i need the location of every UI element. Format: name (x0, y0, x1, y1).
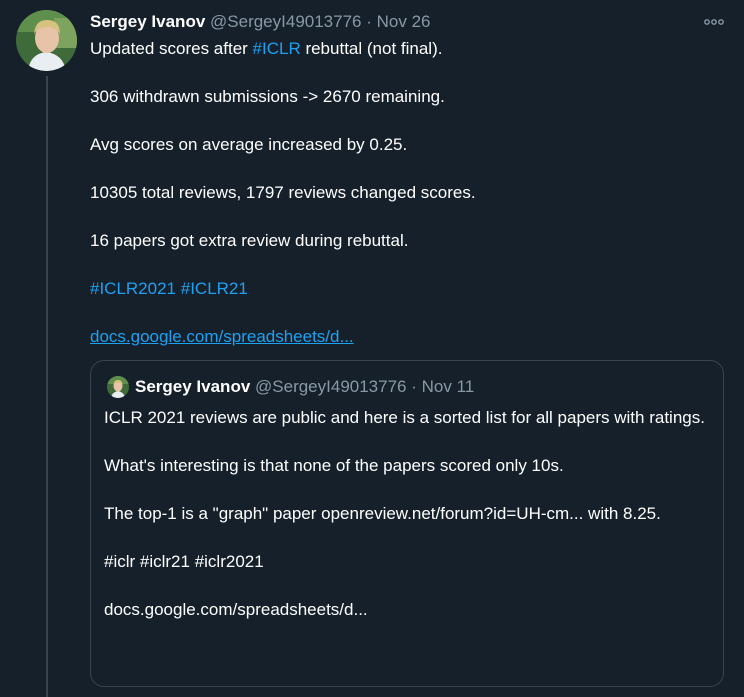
tweet-text-segment: Updated scores after (90, 39, 253, 58)
quoted-avatar-photo (107, 376, 129, 398)
tweet-text-segment: rebuttal (not final). (300, 39, 443, 58)
tweet-hashtags: #ICLR2021 #ICLR21 (90, 277, 730, 301)
header-separator: · (366, 12, 372, 31)
quoted-paragraph: The top-1 is a "graph" paper openreview.… (104, 504, 661, 523)
more-horizontal-icon (704, 19, 724, 25)
tweet-header: Sergey Ivanov @SergeyI49013776 · Nov 26 (90, 11, 431, 33)
tweet-text: Updated scores after #ICLR rebuttal (not… (90, 37, 730, 349)
thread-connector-line (46, 76, 48, 697)
author-handle[interactable]: @SergeyI49013776 (210, 12, 361, 31)
quoted-hashtags: #iclr #iclr21 #iclr2021 (104, 552, 264, 571)
tweet-paragraph: 306 withdrawn submissions -> 2670 remain… (90, 87, 445, 106)
quoted-link: docs.google.com/spreadsheets/d... (104, 600, 368, 619)
quoted-paragraph: ICLR 2021 reviews are public and here is… (104, 408, 705, 427)
tweet-paragraph: Avg scores on average increased by 0.25. (90, 135, 408, 154)
quoted-tweet-card[interactable]: Sergey Ivanov @SergeyI49013776 · Nov 11 … (90, 360, 724, 687)
quoted-tweet-header: Sergey Ivanov @SergeyI49013776 · Nov 11 (135, 376, 474, 398)
avatar[interactable] (16, 10, 77, 71)
tweet-paragraph: Updated scores after #ICLR rebuttal (not… (90, 37, 730, 61)
quoted-header-separator: · (411, 377, 417, 396)
author-name[interactable]: Sergey Ivanov (90, 12, 205, 31)
more-options-button[interactable] (703, 14, 725, 30)
quoted-author-name[interactable]: Sergey Ivanov (135, 377, 250, 396)
tweet-date[interactable]: Nov 26 (377, 12, 431, 31)
spreadsheet-link[interactable]: docs.google.com/spreadsheets/d... (90, 327, 354, 346)
quoted-tweet-text: ICLR 2021 reviews are public and here is… (104, 406, 712, 622)
tweet-paragraph: 10305 total reviews, 1797 reviews change… (90, 183, 476, 202)
hashtag-link[interactable]: #ICLR21 (181, 279, 248, 298)
hashtag-link[interactable]: #ICLR2021 (90, 279, 176, 298)
hashtag-link[interactable]: #ICLR (253, 39, 301, 58)
avatar-photo (16, 10, 77, 71)
quoted-paragraph: What's interesting is that none of the p… (104, 456, 564, 475)
tweet-link-paragraph: docs.google.com/spreadsheets/d... (90, 325, 730, 349)
quoted-author-handle[interactable]: @SergeyI49013776 (255, 377, 406, 396)
quoted-avatar[interactable] (107, 376, 129, 398)
tweet-paragraph: 16 papers got extra review during rebutt… (90, 231, 409, 250)
quoted-tweet-date[interactable]: Nov 11 (422, 377, 475, 396)
